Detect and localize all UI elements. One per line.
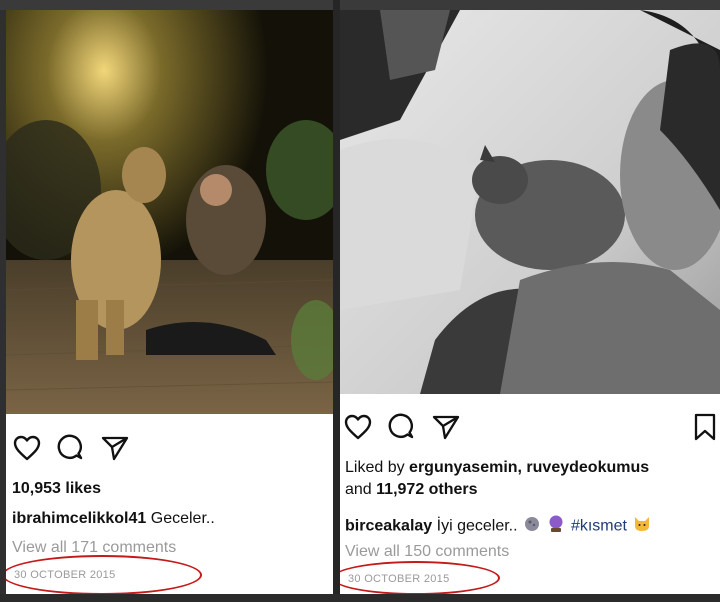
right-post: Liked by ergunyasemin, ruveydeokumus and… (340, 10, 720, 594)
view-comments-link[interactable]: View all 150 comments (345, 543, 509, 561)
crystal-ball-emoji-icon (548, 515, 564, 538)
cat-face-emoji-icon (633, 516, 651, 537)
comment-icon[interactable] (56, 433, 86, 463)
collage-divider (333, 0, 340, 602)
right-post-photo (340, 10, 720, 394)
liked-by-prefix: Liked by (345, 459, 405, 476)
red-circle-annotation (340, 561, 500, 594)
caption-text: Geceler.. (150, 510, 215, 527)
moon-emoji-icon (524, 516, 540, 537)
caption-text: İyi geceler.. (436, 517, 518, 535)
left-post: 10,953 likes ibrahimcelikkol41 Geceler..… (6, 10, 333, 594)
caption-username[interactable]: ibrahimcelikkol41 (12, 510, 146, 527)
left-post-actions (12, 431, 130, 465)
left-post-photo (6, 10, 333, 414)
top-edge (0, 0, 720, 10)
red-circle-annotation (6, 555, 202, 594)
bookmark-icon[interactable] (690, 410, 720, 444)
heart-icon[interactable] (12, 433, 42, 463)
comment-icon[interactable] (387, 412, 417, 442)
caption-username[interactable]: birceakalay (345, 518, 432, 535)
likes-count[interactable]: 10,953 likes (12, 480, 101, 498)
hashtag-link[interactable]: #kısmet (571, 518, 627, 535)
right-post-actions (343, 410, 461, 444)
heart-icon[interactable] (343, 412, 373, 442)
post-caption: ibrahimcelikkol41 Geceler.. (12, 510, 215, 528)
liked-by-text: Liked by ergunyasemin, ruveydeokumus and… (345, 457, 717, 501)
post-caption: birceakalay İyi geceler.. #kısmet (345, 515, 653, 538)
liked-by-others[interactable]: 11,972 others (376, 481, 477, 498)
share-icon[interactable] (431, 412, 461, 442)
liked-by-users[interactable]: ergunyasemin, ruveydeokumus (409, 459, 649, 476)
share-icon[interactable] (100, 433, 130, 463)
bottom-edge (0, 594, 720, 602)
liked-by-and: and (345, 481, 372, 498)
